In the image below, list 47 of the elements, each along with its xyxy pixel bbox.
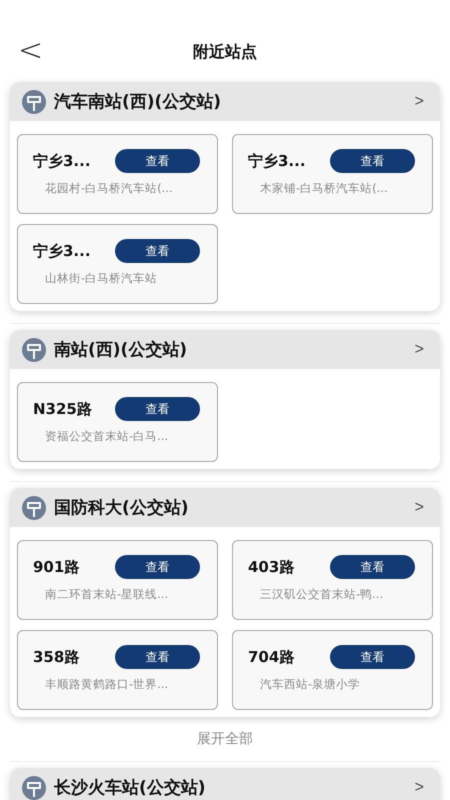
view-button[interactable]: 查看 [330,645,415,669]
view-button[interactable]: 查看 [330,555,415,579]
back-button[interactable]: < [14,36,48,66]
page-title: 附近站点 [193,42,257,62]
route-stops: 南二环首末站-星联线... [44,587,170,602]
station-name: 南站(西)(公交站) [54,339,188,361]
chevron-button[interactable]: > [410,498,428,516]
route-name: 901路 [33,558,80,576]
route-name: 403路 [248,558,296,576]
view-button[interactable]: 查看 [115,239,200,263]
expand-all-link[interactable]: 展开全部 [191,729,259,749]
chevron-button[interactable]: > [410,340,428,358]
view-button[interactable]: 查看 [115,149,200,173]
station-name: 国防科大(公交站) [54,497,189,519]
route-name: 宁乡3... [248,152,307,170]
station-name: 长沙火车站(公交站) [54,777,206,799]
bus-stop-icon [22,90,46,114]
route-stops: 山林街-白马桥汽车站 [44,271,158,286]
route-name: 宁乡3... [33,152,92,170]
view-button[interactable]: 查看 [330,149,415,173]
route-card[interactable]: 403路 查看 三汉矶公交首末站-鸭... [232,540,433,620]
route-name: 704路 [248,648,296,666]
route-card[interactable]: N325路 查看 资福公交首末站-白马... [17,382,218,462]
route-name: N325路 [33,400,93,418]
bus-stop-icon [22,776,46,800]
bus-stop-icon [22,496,46,520]
route-stops: 汽车西站-泉塘小学 [259,677,362,692]
route-stops: 资福公交首末站-白马... [44,429,170,444]
chevron-button[interactable]: > [410,92,428,110]
route-card[interactable]: 704路 查看 汽车西站-泉塘小学 [232,630,433,710]
route-stops: 花园村-白马桥汽车站(... [44,181,174,196]
route-card[interactable]: 358路 查看 丰顺路黄鹤路口-世界... [17,630,218,710]
route-stops: 木家铺-白马桥汽车站(... [259,181,389,196]
route-name: 宁乡3... [33,242,92,260]
bus-stop-icon [22,338,46,362]
route-card[interactable]: 宁乡3... 查看 山林街-白马桥汽车站 [17,224,218,304]
route-card[interactable]: 901路 查看 南二环首末站-星联线... [17,540,218,620]
chevron-button[interactable]: > [410,778,428,796]
view-button[interactable]: 查看 [115,555,200,579]
route-stops: 丰顺路黄鹤路口-世界... [44,677,170,692]
route-card[interactable]: 宁乡3... 查看 木家铺-白马桥汽车站(... [232,134,433,214]
route-name: 358路 [33,648,80,666]
view-button[interactable]: 查看 [115,645,200,669]
view-button[interactable]: 查看 [115,397,200,421]
station-name: 汽车南站(西)(公交站) [54,91,222,113]
route-card[interactable]: 宁乡3... 查看 花园村-白马桥汽车站(... [17,134,218,214]
route-stops: 三汉矶公交首末站-鸭... [259,587,384,602]
